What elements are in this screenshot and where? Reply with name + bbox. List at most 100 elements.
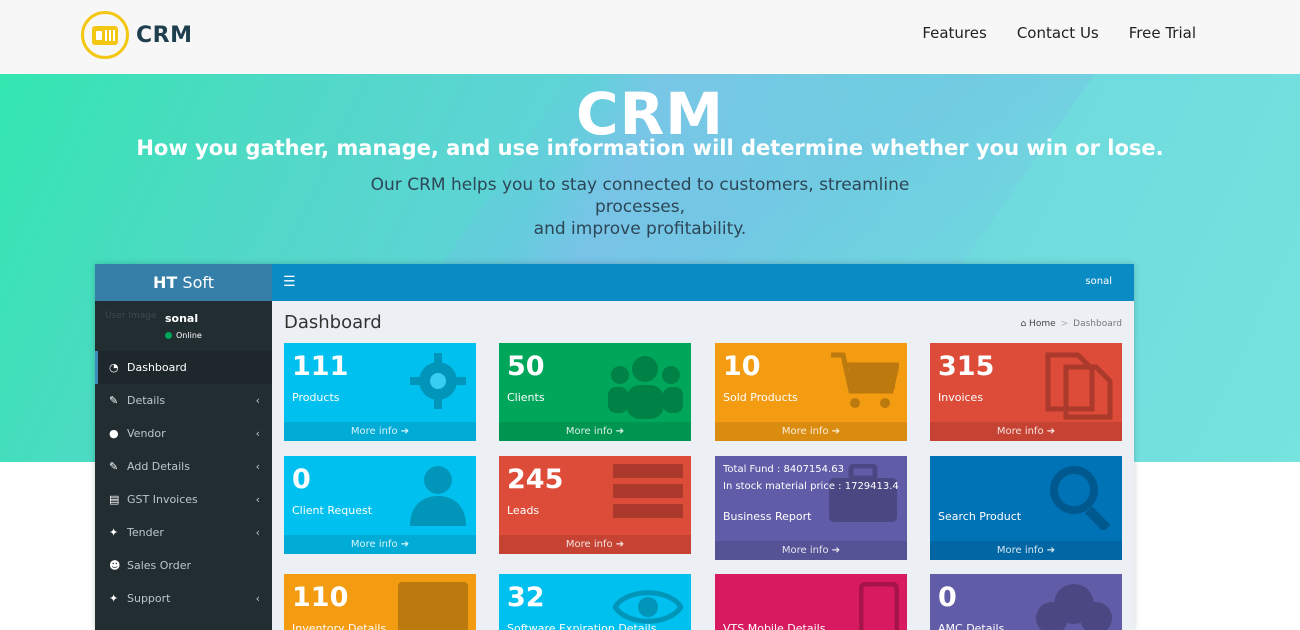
sidebar-item-label: Support <box>127 592 171 605</box>
stat-box-sold-products: 10 Sold Products More info ➔ <box>715 343 907 441</box>
breadcrumb: ⌂ Home > Dashboard <box>1020 319 1122 329</box>
more-info-label: More info <box>781 426 832 437</box>
users-icon: ☻ <box>109 559 121 572</box>
app-topbar: ☰ sonal <box>272 264 1134 301</box>
users-icon <box>608 351 683 425</box>
arrow-circle-right-icon: ➔ <box>1046 545 1056 556</box>
more-info-label: More info <box>996 545 1047 556</box>
stat-label: Leads <box>507 504 540 517</box>
stock-price-text: In stock material price : 1729413.4 <box>723 481 899 492</box>
brand-logo[interactable]: CRM <box>81 11 192 59</box>
sidebar-item-add-details[interactable]: ✎ Add Details ‹ <box>95 450 272 483</box>
more-info-link[interactable]: More info ➔ <box>930 541 1122 560</box>
stat-value: 111 <box>292 351 349 382</box>
hero-subtitle: How you gather, manage, and use informat… <box>136 136 1164 160</box>
stat-box-search-product: Search Product More info ➔ <box>930 456 1122 560</box>
stat-value: 0 <box>938 582 957 613</box>
top-navbar: CRM Features Contact Us Free Trial <box>0 0 1300 74</box>
menu-toggle-icon[interactable]: ☰ <box>283 274 296 290</box>
arrow-circle-right-icon: ➔ <box>400 426 410 437</box>
nav-link-features[interactable]: Features <box>922 24 987 42</box>
wrench-icon: ✦ <box>109 592 119 605</box>
sidebar-menu: ◔ Dashboard ✎ Details ‹ ● Vendor ‹ ✎ Add Details ‹… <box>95 351 272 615</box>
wrench-icon: ✦ <box>109 526 119 539</box>
stat-label: Software Expiration Details <box>507 622 657 630</box>
stat-label: Client Request <box>292 504 373 517</box>
breadcrumb-home[interactable]: Home <box>1029 319 1056 329</box>
stat-box-vts-mobile-details: VTS Mobile Details <box>715 574 907 630</box>
sidebar-item-support[interactable]: ✦ Support ‹ <box>95 582 272 615</box>
stat-label: AMC Details <box>938 622 1005 630</box>
page-title: Dashboard <box>284 312 382 333</box>
breadcrumb-current: Dashboard <box>1073 319 1122 329</box>
user-icon: ● <box>109 427 119 440</box>
more-info-label: More info <box>996 426 1047 437</box>
edit-icon: ✎ <box>109 460 119 473</box>
more-info-label: More info <box>781 545 832 556</box>
nav-link-free-trial[interactable]: Free Trial <box>1129 24 1196 42</box>
sidebar-item-label: Add Details <box>127 460 190 473</box>
chevron-left-icon: ‹ <box>255 592 260 605</box>
stat-label: Products <box>292 391 340 404</box>
chevron-left-icon: ‹ <box>255 427 260 440</box>
home-icon: ⌂ <box>1020 319 1027 329</box>
more-info-label: More info <box>565 426 616 437</box>
sidebar-item-sales-order[interactable]: ☻ Sales Order <box>95 549 272 582</box>
sidebar-item-label: Vendor <box>127 427 166 440</box>
list-icon <box>613 464 683 524</box>
hero-desc-line1: Our CRM helps you to stay connected to c… <box>370 175 910 217</box>
stat-value: 10 <box>723 351 761 382</box>
dashboard-preview: HT Soft User Image sonal Online ◔ Dashboa… <box>95 264 1134 630</box>
sidebar-item-label: Dashboard <box>127 361 187 374</box>
stat-value: 50 <box>507 351 545 382</box>
chevron-left-icon: ‹ <box>255 493 260 506</box>
gear-icon <box>408 351 468 415</box>
sidebar-item-label: GST Invoices <box>127 493 198 506</box>
more-info-link[interactable]: More info ➔ <box>715 541 907 560</box>
stat-label: Invoices <box>938 391 984 404</box>
arrow-circle-right-icon: ➔ <box>831 545 841 556</box>
user-panel: User Image sonal Online <box>95 301 272 351</box>
hero-description: Our CRM helps you to stay connected to c… <box>340 174 940 240</box>
sidebar-item-label: Tender <box>127 526 164 539</box>
stat-label: Inventory Details <box>292 622 387 630</box>
stat-box-products: 111 Products More info ➔ <box>284 343 476 441</box>
sidebar-item-tender[interactable]: ✦ Tender ‹ <box>95 516 272 549</box>
stat-box-client-request: 0 Client Request More info ➔ <box>284 456 476 554</box>
sidebar-item-dashboard[interactable]: ◔ Dashboard <box>95 351 272 384</box>
nav-links: Features Contact Us Free Trial <box>922 24 1196 42</box>
more-info-link[interactable]: More info ➔ <box>930 422 1122 441</box>
more-info-link[interactable]: More info ➔ <box>715 422 907 441</box>
app-content: Dashboard ⌂ Home > Dashboard 111 Products Mo… <box>272 301 1134 630</box>
crm-logo-icon <box>81 11 129 59</box>
stat-value: 315 <box>938 351 995 382</box>
more-info-link[interactable]: More info ➔ <box>499 422 691 441</box>
app-sidebar: HT Soft User Image sonal Online ◔ Dashboa… <box>95 264 272 630</box>
user-icon <box>408 464 468 530</box>
more-info-link[interactable]: More info ➔ <box>284 535 476 554</box>
stat-label: Business Report <box>723 510 812 523</box>
app-brand: HT Soft <box>95 264 272 301</box>
stat-box-leads: 245 Leads More info ➔ <box>499 456 691 554</box>
stat-label: Search Product <box>938 510 1022 523</box>
more-info-link[interactable]: More info ➔ <box>284 422 476 441</box>
chevron-left-icon: ‹ <box>255 394 260 407</box>
stat-value: 245 <box>507 464 564 495</box>
cloud-icon <box>1034 582 1114 630</box>
arrow-circle-right-icon: ➔ <box>615 539 625 550</box>
chevron-left-icon: ‹ <box>255 526 260 539</box>
arrow-circle-right-icon: ➔ <box>831 426 841 437</box>
stat-box-invoices: 315 Invoices More info ➔ <box>930 343 1122 441</box>
stat-value: 0 <box>292 464 311 495</box>
stat-box-amc-details: 0 AMC Details <box>930 574 1122 630</box>
stat-label: Sold Products <box>723 391 798 404</box>
more-info-link[interactable]: More info ➔ <box>499 535 691 554</box>
top-user-name[interactable]: sonal <box>1085 276 1112 287</box>
sidebar-item-vendor[interactable]: ● Vendor ‹ <box>95 417 272 450</box>
sidebar-item-label: Details <box>127 394 166 407</box>
nav-link-contact[interactable]: Contact Us <box>1017 24 1099 42</box>
sidebar-item-gst-invoices[interactable]: ▤ GST Invoices ‹ <box>95 483 272 516</box>
sidebar-item-details[interactable]: ✎ Details ‹ <box>95 384 272 417</box>
stat-box-software-expiration-details: 32 Software Expiration Details <box>499 574 691 630</box>
user-status: Online <box>165 331 202 340</box>
